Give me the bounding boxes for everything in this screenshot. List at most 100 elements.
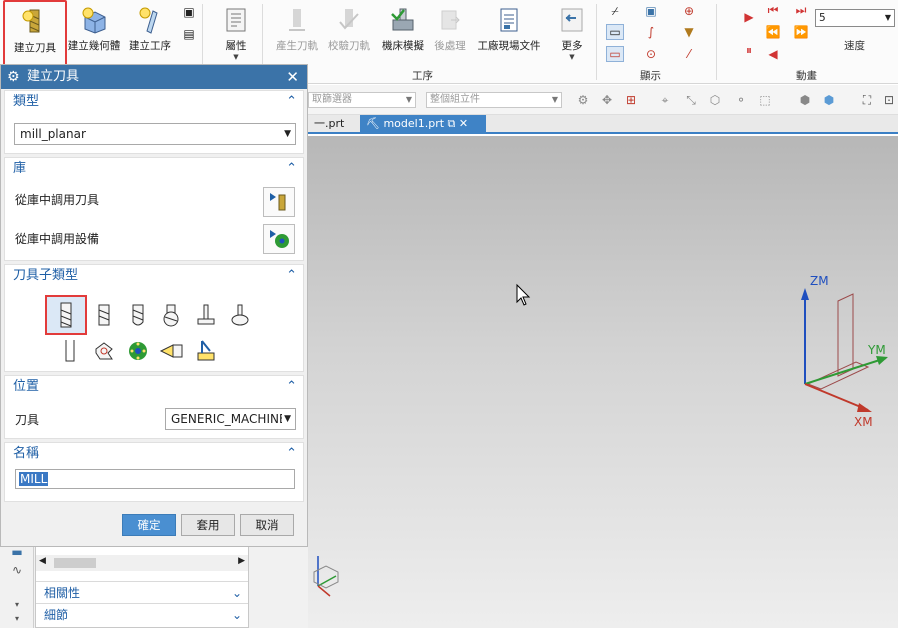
snap-icon-3[interactable]: ⊞	[622, 92, 640, 108]
close-icon[interactable]: ✕	[286, 65, 299, 89]
thread-mill-subtype-button[interactable]	[57, 338, 83, 364]
view-zoom-icon[interactable]: ⊡	[880, 92, 898, 108]
chevron-down-icon: ▼	[284, 129, 291, 139]
display-path-icon[interactable]: ▣	[642, 3, 660, 19]
chamfer-mill-subtype-button[interactable]	[91, 303, 117, 329]
tool-name-input[interactable]: MILL	[15, 469, 295, 489]
more-dropdown-icon[interactable]: ▼	[569, 53, 574, 61]
retrieve-tool-button[interactable]	[263, 187, 295, 217]
selection-scope-combo[interactable]: 整個組立件 ▼	[426, 92, 562, 108]
cancel-button[interactable]: 取消	[240, 514, 294, 536]
gear-icon[interactable]: ⚙	[7, 65, 20, 89]
ball-mill-subtype-button[interactable]	[125, 303, 151, 329]
properties-dropdown-icon[interactable]: ▼	[233, 53, 238, 61]
postprocess-button[interactable]: 後處理	[430, 0, 470, 66]
library-section: 庫 ⌃ 從庫中調用刀具 從庫中調用設備	[4, 157, 304, 261]
popout-icon[interactable]: ⧉	[448, 117, 456, 130]
holder-subtype-button[interactable]	[193, 338, 219, 364]
snap-icon-6[interactable]: ⬡	[706, 92, 724, 108]
snap-icon-2[interactable]: ✥	[598, 92, 616, 108]
postprocess-icon	[434, 4, 466, 36]
t-cutter-subtype-button[interactable]	[193, 303, 219, 329]
tool-subtype-section-header[interactable]: 刀具子類型 ⌃	[5, 265, 303, 287]
shop-documentation-button[interactable]: 工廠現場文件	[474, 0, 544, 66]
dependencies-section[interactable]: 相關性 ⌄	[36, 581, 248, 603]
speed-select[interactable]: 5 ▼	[815, 9, 895, 27]
small-tool-icon-2[interactable]: ▤	[180, 26, 198, 42]
apply-button[interactable]: 套用	[181, 514, 235, 536]
display-toggle-icon-3[interactable]: ▭	[606, 46, 624, 62]
graphics-viewport[interactable]: ZM YM XM	[308, 136, 898, 628]
snap-icon-5[interactable]: ⤡	[682, 92, 700, 108]
retrieve-device-button[interactable]	[263, 224, 295, 254]
step-forward-end-icon[interactable]: ⏭	[792, 2, 810, 18]
tool-type-select[interactable]: mill_planar ▼	[14, 123, 296, 145]
selection-filter-combo[interactable]: 取篩選器 ▼	[308, 92, 416, 108]
scrollbar-thumb[interactable]	[54, 558, 96, 568]
step-back-icon[interactable]: ⏪	[764, 24, 782, 40]
details-section[interactable]: 細節 ⌄	[36, 603, 248, 625]
tool-location-label: 刀具	[15, 413, 40, 427]
view-fit-icon[interactable]: ⛶	[858, 92, 876, 108]
small-tool-icon-1[interactable]: ▣	[180, 4, 198, 20]
retrieve-tool-label: 從庫中調用刀具	[15, 193, 100, 207]
horizontal-scrollbar[interactable]: ◀ ▶	[36, 555, 248, 571]
machine-simulation-button[interactable]: 機床模擬	[378, 0, 428, 66]
step-forward-icon[interactable]: ⏩	[792, 24, 810, 40]
resource-curve-icon[interactable]: ∿	[8, 562, 26, 578]
display-point-icon[interactable]: ⊙	[642, 46, 660, 62]
spherical-mill-subtype-button[interactable]	[159, 303, 185, 329]
snap-icon-4[interactable]: ⌖	[656, 92, 674, 108]
mill-head-subtype-button[interactable]	[125, 338, 151, 364]
cube-view-icon-2[interactable]: ⬢	[820, 92, 838, 108]
scroll-right-icon[interactable]: ▶	[238, 556, 245, 566]
scroll-left-icon[interactable]: ◀	[39, 556, 46, 566]
postprocess-label: 後處理	[434, 40, 466, 52]
create-operation-button[interactable]: 建立工序	[124, 0, 176, 66]
library-section-header[interactable]: 庫 ⌃	[5, 158, 303, 180]
cube-view-icon-1[interactable]: ⬢	[796, 92, 814, 108]
animation-group-label: 動畫	[796, 70, 817, 82]
file-tab-1[interactable]: 一.prt	[308, 115, 350, 134]
location-section-header[interactable]: 位置 ⌃	[5, 376, 303, 398]
play-forward-icon[interactable]: ▶	[740, 9, 758, 25]
form-tool-subtype-button[interactable]	[91, 338, 117, 364]
display-toggle-icon-2[interactable]: ▭	[606, 24, 624, 40]
ball-mill-icon	[132, 304, 144, 326]
dialog-title-bar[interactable]: ⚙ 建立刀具 ✕	[1, 65, 307, 89]
verify-toolpath-button[interactable]: 校驗刀軌	[324, 0, 374, 66]
create-tool-button[interactable]: 建立刀具	[3, 0, 67, 66]
box-select-icon[interactable]: ⬚	[756, 92, 774, 108]
play-backward-icon[interactable]: ◀	[764, 46, 782, 62]
viewport-canvas	[313, 283, 888, 597]
display-group-label: 顯示	[640, 70, 661, 82]
type-section: 類型 ⌃ mill_planar ▼	[4, 90, 304, 154]
type-section-header[interactable]: 類型 ⌃	[5, 91, 303, 113]
ok-button[interactable]: 確定	[122, 514, 176, 536]
resource-scroll-down-icon[interactable]: ▾	[8, 610, 26, 626]
display-marker-icon[interactable]: ⊕	[680, 3, 698, 19]
snap-icon-1[interactable]: ⚙	[574, 92, 592, 108]
display-toggle-icon-1[interactable]: ⌿	[606, 3, 624, 19]
pause-icon[interactable]: ⏸	[740, 42, 758, 58]
name-section-title: 名稱	[13, 446, 40, 461]
drill-subtype-button[interactable]	[159, 338, 185, 364]
generate-toolpath-button[interactable]: 產生刀軌	[272, 0, 322, 66]
display-curve-icon[interactable]: ∫	[642, 24, 660, 40]
barrel-cutter-subtype-button[interactable]	[227, 303, 253, 329]
name-section-header[interactable]: 名稱 ⌃	[5, 443, 303, 465]
properties-button[interactable]: 屬性 ▼	[214, 0, 258, 66]
display-tool-icon[interactable]: ▼	[680, 24, 698, 40]
close-tab-icon[interactable]: ✕	[459, 117, 468, 130]
display-line-icon[interactable]: ⁄	[680, 46, 698, 62]
more-button[interactable]: 更多 ▼	[552, 0, 592, 66]
create-geometry-button[interactable]: 建立幾何體	[66, 0, 122, 66]
form-tool-icon	[95, 342, 113, 360]
z-axis-arrow	[801, 288, 809, 300]
chevron-down-icon: ▼	[884, 13, 891, 22]
file-tab-model1[interactable]: ⛏ model1.prt ⧉ ✕	[360, 115, 486, 134]
end-mill-subtype-button[interactable]	[45, 295, 87, 335]
step-back-start-icon[interactable]: ⏮	[764, 2, 782, 18]
tool-location-select[interactable]: GENERIC_MACHINE ▼	[165, 408, 296, 430]
snap-icon-7[interactable]: ⚬	[732, 92, 750, 108]
